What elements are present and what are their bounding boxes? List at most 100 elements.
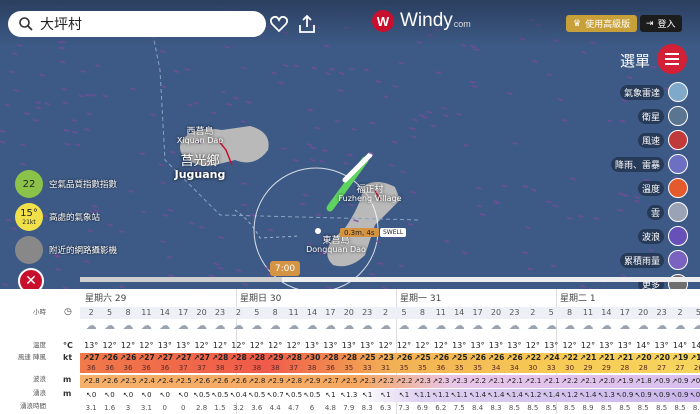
wind-particle — [84, 128, 90, 132]
layer-item[interactable]: 雲 — [598, 200, 688, 224]
wind-particle — [150, 113, 156, 117]
wind-particle — [302, 193, 308, 197]
wind-particle — [139, 152, 146, 156]
layer-item[interactable]: 氣象雷達 — [598, 80, 688, 104]
day-header[interactable]: 星期二 1 — [560, 291, 596, 304]
gust-cell: 37 — [197, 364, 207, 372]
wind-cell: ↗27 — [174, 353, 192, 362]
windy-logo[interactable]: W Windy com — [372, 10, 471, 32]
login-label: 登入 — [657, 20, 676, 30]
wind-particle — [245, 100, 252, 104]
wind-particle — [430, 124, 436, 128]
wind-particle — [578, 214, 584, 218]
widget-item[interactable]: 附近的網路攝影機 — [15, 236, 117, 264]
wind-particle — [444, 239, 450, 243]
layer-item[interactable]: 累積雨量 — [598, 248, 688, 272]
weather-icon: ☁ — [490, 319, 502, 332]
swell-cell: ↖0.5 — [248, 391, 266, 399]
weather-icon: ☁ — [214, 319, 226, 332]
day-header[interactable]: 星期六 29 — [85, 291, 126, 304]
layer-thumbnail-icon — [668, 250, 688, 270]
search-icon — [19, 17, 33, 31]
layer-item[interactable]: 波浪 — [598, 224, 688, 248]
wind-particle — [310, 146, 316, 150]
temp-cell: 12° — [231, 341, 246, 350]
wave-cell: ↗2.6 — [193, 377, 211, 385]
temp-cell: 13° — [360, 341, 375, 350]
wind-particle — [325, 72, 331, 76]
day-header[interactable]: 星期日 30 — [240, 291, 281, 304]
widget-item[interactable]: 15° 21kt 高處的氣象站 — [15, 203, 117, 231]
layer-item[interactable]: 溫度 — [598, 176, 688, 200]
period-cell: 3.2 — [232, 404, 244, 412]
gust-cell: 26 — [693, 364, 700, 372]
period-cell: 3.1 — [85, 404, 97, 412]
weather-icon: ☁ — [453, 319, 465, 332]
layer-item[interactable]: 風速 — [598, 128, 688, 152]
wave-cell: ↗2.1 — [487, 377, 505, 385]
weather-icon: ☁ — [269, 319, 281, 332]
place-label: 莒光鄉 Juguang — [160, 155, 240, 180]
swell-cell: ↖1 — [325, 391, 336, 399]
temp-cell: 12° — [378, 341, 393, 350]
widget-item[interactable]: 22 空氣品質指數指數 — [15, 170, 117, 198]
wind-particle — [72, 130, 78, 134]
wind-cell: ↗30 — [303, 353, 321, 362]
gust-cell: 29 — [583, 364, 593, 372]
menu-button[interactable] — [657, 44, 687, 74]
menu-label[interactable]: 選單 — [620, 50, 650, 71]
wind-particle — [627, 75, 633, 79]
period-cell: 4.4 — [269, 404, 281, 412]
heart-icon[interactable] — [268, 13, 290, 35]
wind-particle — [90, 93, 97, 97]
weather-icon: ☁ — [619, 319, 631, 332]
row-label: 湧浪 — [33, 389, 46, 397]
weather-icon: ☁ — [674, 319, 686, 332]
weather-icon: ☁ — [656, 319, 668, 332]
wind-particle — [329, 67, 335, 71]
layer-menu: 氣象雷達 衛星 風速 降雨、雷暴 溫度雲波浪 累積雨量 更多 — [598, 80, 688, 296]
hour-cell: 5 — [254, 308, 260, 317]
period-cell: 0 — [162, 404, 168, 412]
wave-cell: ↗2.9 — [266, 377, 284, 385]
temp-cell: 13° — [488, 341, 504, 350]
wave-cell: ↗2.8 — [82, 377, 100, 385]
weather-icon: ☁ — [104, 319, 116, 332]
time-badge[interactable]: 7:00 — [270, 261, 300, 276]
temp-cell: 13° — [470, 341, 485, 350]
hour-cell: 23 — [656, 308, 667, 317]
hour-cell: 20 — [196, 308, 207, 317]
search-box[interactable]: 大坪村 — [8, 11, 266, 37]
wind-particle — [348, 203, 354, 207]
wave-cell: ↗2.0 — [597, 377, 615, 385]
share-icon[interactable] — [296, 13, 318, 35]
search-input[interactable]: 大坪村 — [40, 14, 82, 34]
temp-cell: 13° — [157, 341, 172, 350]
gust-cell: 35 — [344, 364, 354, 372]
wind-cell: ↗22 — [561, 353, 578, 362]
widget-label: 高處的氣象站 — [49, 213, 101, 223]
hour-cell: 17 — [472, 308, 483, 317]
timeline-selected — [80, 277, 282, 282]
clock-icon: ◷ — [64, 307, 72, 317]
forecast-table: 星期六 29 星期日 30 星期一 31 星期二 1 小時 溫度 °C 風速 陣風 kt 波浪 m 湧… — [0, 289, 700, 414]
weather-icon: ☁ — [472, 319, 484, 332]
wind-particle — [382, 95, 389, 99]
row-label: 小時 — [33, 308, 46, 316]
weather-icon: ☁ — [508, 319, 520, 332]
place-subname: Fuzheng Village — [338, 194, 402, 204]
wind-particle — [443, 114, 449, 118]
premium-button[interactable]: ♛ 使用高級版 — [566, 15, 638, 32]
wind-particle — [160, 85, 167, 89]
hour-cell: 2 — [530, 308, 536, 317]
login-button[interactable]: ⇥ 登入 — [640, 15, 682, 32]
layer-thumbnail-icon — [668, 202, 688, 222]
timeline-bar[interactable] — [80, 277, 700, 282]
wind-particle — [78, 94, 85, 98]
wind-particle — [283, 63, 289, 68]
layer-item[interactable]: 衛星 — [598, 104, 688, 128]
layer-item[interactable]: 降雨、雷暴 — [598, 152, 688, 176]
day-header[interactable]: 星期一 31 — [400, 291, 441, 304]
weather-icon: ☁ — [435, 319, 447, 332]
wind-particle — [80, 69, 87, 74]
